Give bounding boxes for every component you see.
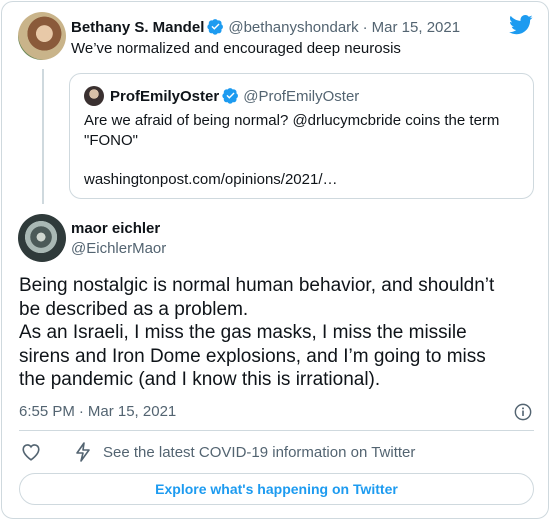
quoted-tweet[interactable]: ProfEmilyOster @ProfEmilyOster Are we afr… [69, 73, 534, 199]
tweet-text-line: Being nostalgic is normal human behavior… [19, 275, 495, 296]
tweet-text-line: As an Israeli, I miss the gas masks, I m… [19, 322, 467, 343]
avatar [84, 86, 104, 106]
author-name[interactable]: maor eichler [71, 220, 160, 237]
quoted-tweet-text: Are we afraid of being normal? @drlucymc… [84, 111, 499, 151]
tweet-text-line: the pandemic (and I know this is irratio… [19, 369, 381, 390]
parent-tweet-text: We’ve normalized and encouraged deep neu… [71, 40, 401, 57]
main-tweet-text: Being nostalgic is normal human behavior… [19, 274, 534, 392]
quoted-text-line: "FONO" [84, 132, 138, 149]
author-name[interactable]: Bethany S. Mandel [71, 19, 204, 36]
tweet-text-line: sirens and Iron Dome explosions, and I’m… [19, 345, 486, 367]
avatar[interactable] [18, 12, 66, 60]
tweet-date[interactable]: Mar 15, 2021 [372, 19, 460, 36]
quoted-text-line: Are we afraid of being normal? @drlucymc… [84, 112, 500, 129]
avatar[interactable] [18, 214, 66, 262]
tweet-text-line: be described as a problem. [19, 298, 249, 320]
quoted-tweet-link[interactable]: washingtonpost.com/opinions/2021/… [84, 171, 338, 188]
date-separator: · [78, 403, 84, 420]
lightning-icon [76, 442, 90, 462]
author-handle: @ProfEmilyOster [243, 88, 360, 105]
covid-info-link[interactable]: See the latest COVID-19 information on T… [103, 444, 415, 461]
parent-tweet-header: Bethany S. Mandel @bethanyshondark · Mar 15… [71, 18, 460, 40]
info-icon[interactable] [514, 403, 532, 421]
tweet-embed-card: Bethany S. Mandel @bethanyshondark · Mar 15… [1, 1, 549, 519]
author-handle[interactable]: @EichlerMaor [71, 240, 166, 257]
verified-badge-icon [222, 87, 239, 109]
author-name: ProfEmilyOster [110, 88, 220, 105]
twitter-bird-icon[interactable] [509, 15, 533, 35]
tweet-time[interactable]: 6:55 PM [19, 403, 75, 420]
date-separator: · [362, 19, 368, 36]
author-handle[interactable]: @bethanyshondark [228, 19, 358, 36]
divider [19, 430, 534, 431]
thread-line [42, 69, 44, 204]
verified-badge-icon [207, 18, 224, 40]
tweet-timestamp[interactable]: 6:55 PM · Mar 15, 2021 [19, 403, 176, 420]
quoted-tweet-header: ProfEmilyOster @ProfEmilyOster [110, 87, 359, 109]
tweet-date[interactable]: Mar 15, 2021 [88, 403, 176, 420]
explore-button[interactable]: Explore what's happening on Twitter [19, 473, 534, 505]
heart-icon[interactable] [21, 443, 41, 461]
